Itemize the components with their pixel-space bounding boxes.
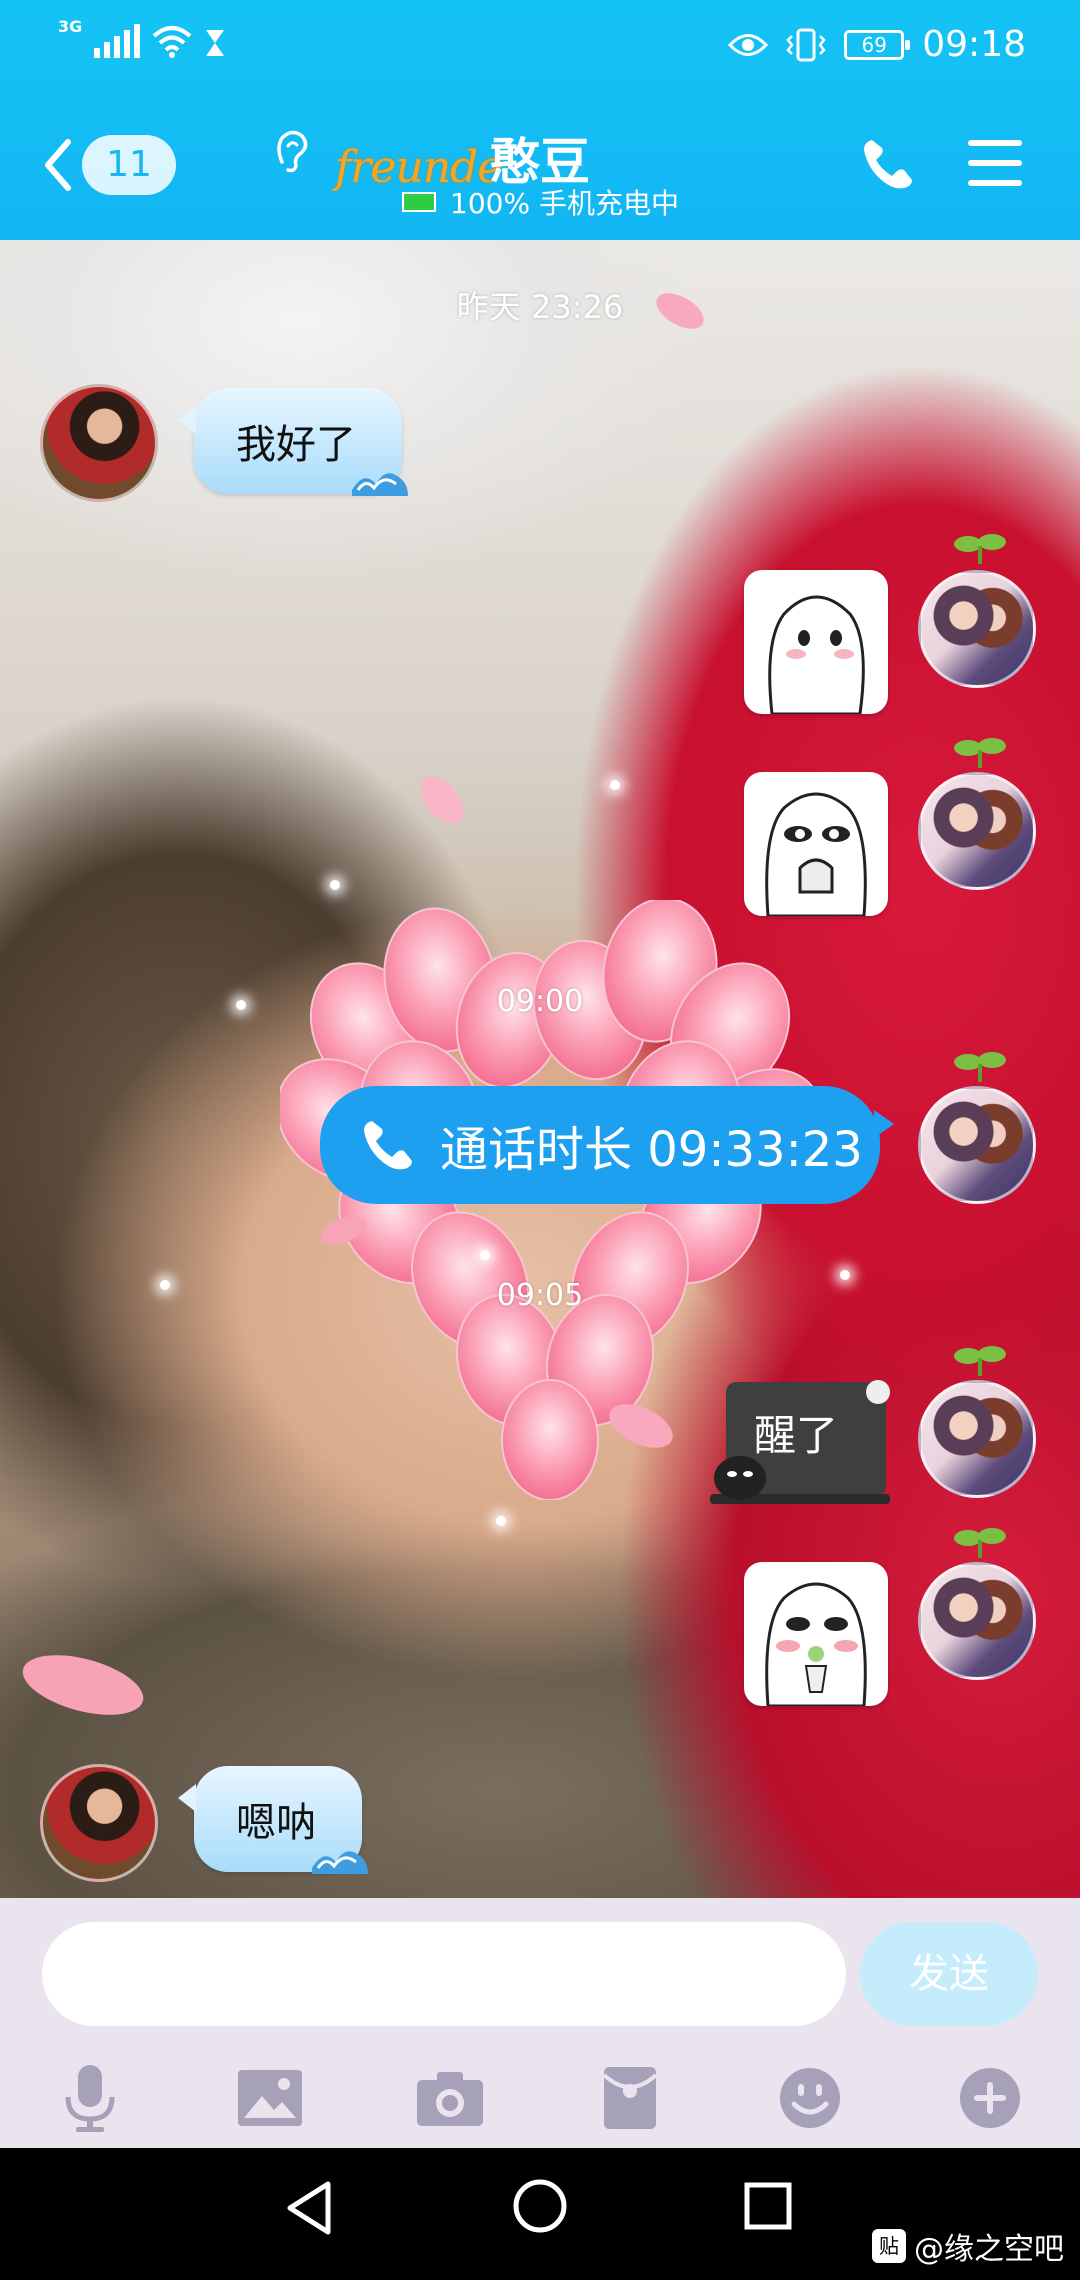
incoming-message-bubble[interactable]: 嗯呐: [178, 1766, 368, 1874]
wave-decoration: [352, 473, 408, 496]
sprout-icon: [954, 534, 1006, 564]
sticker-message[interactable]: [744, 772, 888, 916]
camera-icon: [417, 2072, 483, 2126]
self-avatar[interactable]: [918, 772, 1036, 890]
image-icon: [238, 2070, 302, 2126]
contact-status: 100% 手机充电中: [402, 182, 679, 222]
self-avatar[interactable]: [918, 1380, 1036, 1498]
petal-decoration: [321, 1216, 367, 1244]
sprout-icon: [954, 738, 1006, 768]
sprout-icon: [954, 1346, 1006, 1376]
message-text: 嗯呐: [236, 1800, 316, 1846]
watermark-text: @缘之空吧: [914, 2232, 1064, 2267]
battery-icon: 69: [844, 29, 911, 60]
self-avatar[interactable]: [918, 1562, 1036, 1680]
red-packet-icon: [602, 2067, 658, 2129]
emoji-button[interactable]: [770, 2058, 850, 2138]
petal-decoration: [22, 1655, 144, 1715]
message-input-area: 发送: [0, 1898, 1080, 2148]
sparkle: [480, 1250, 490, 1260]
petal-decoration: [609, 1404, 673, 1448]
contact-avatar[interactable]: [40, 384, 158, 502]
system-nav-bar: 贴 @缘之空吧: [0, 2148, 1080, 2280]
sticker-message[interactable]: [744, 1562, 888, 1706]
hourglass-icon: [206, 30, 225, 56]
board-sticker-message[interactable]: 醒了: [710, 1378, 890, 1508]
self-avatar[interactable]: [918, 1086, 1036, 1204]
watermark: 贴 @缘之空吧: [872, 2224, 1064, 2268]
red-packet-button[interactable]: [590, 2058, 670, 2138]
sticker-face-icon: [765, 792, 867, 916]
sprout-icon: [954, 1052, 1006, 1082]
emoji-icon: [780, 2068, 840, 2128]
nav-home-icon[interactable]: [512, 2178, 568, 2234]
chat-header: 3G 69 09:18 11 freunde 憨豆 100% 手机充电中: [0, 0, 1080, 240]
message-text: 我好了: [236, 422, 356, 468]
menu-icon[interactable]: [968, 140, 1022, 200]
vibrate-icon: [786, 28, 826, 61]
timestamp: 09:05: [496, 1278, 584, 1313]
send-button[interactable]: 发送: [860, 1922, 1038, 2026]
phone-icon: [364, 1121, 412, 1170]
sticker-face-icon: [768, 595, 865, 714]
call-record-bubble[interactable]: 通话时长 09:33:23: [320, 1086, 894, 1204]
chat-area[interactable]: 昨天 23:26 09:00 09:05 我好了 通话时长 09:33:23 醒…: [0, 240, 1080, 1898]
nav-recents-icon[interactable]: [744, 2182, 792, 2230]
self-avatar[interactable]: [918, 570, 1036, 688]
unread-count-badge: 11: [82, 135, 176, 195]
microphone-icon: [65, 2065, 115, 2132]
more-button[interactable]: [950, 2058, 1030, 2138]
call-duration-text: 通话时长 09:33:23: [440, 1122, 863, 1178]
contact-status-text: 100% 手机充电中: [450, 187, 679, 220]
contact-avatar[interactable]: [40, 1764, 158, 1882]
signal-icon: [94, 24, 141, 58]
status-bar: 3G 69 09:18: [0, 0, 1080, 90]
sparkle: [330, 880, 340, 890]
petal-decoration: [420, 776, 464, 824]
back-button[interactable]: 11: [42, 130, 192, 200]
image-button[interactable]: [230, 2058, 310, 2138]
nav-bar-top: 11 freunde 憨豆 100% 手机充电中: [0, 110, 1080, 240]
plus-icon: [960, 2068, 1020, 2128]
camera-button[interactable]: [410, 2058, 490, 2138]
nav-back-icon[interactable]: [284, 2180, 334, 2236]
sprout-icon: [954, 1528, 1006, 1558]
ear-icon[interactable]: [272, 128, 312, 174]
sticker-face-icon: [765, 1582, 867, 1706]
phone-icon[interactable]: [860, 136, 916, 192]
board-sticker-text: 醒了: [754, 1411, 839, 1460]
eye-icon: [728, 33, 769, 56]
message-input[interactable]: [42, 1922, 846, 2026]
voice-button[interactable]: [50, 2058, 130, 2138]
wave-decoration: [312, 1851, 368, 1874]
sparkle: [610, 780, 620, 790]
timestamp: 09:00: [496, 984, 584, 1019]
watermark-logo: 贴: [872, 2229, 906, 2263]
network-type: 3G: [58, 17, 83, 36]
back-icon: [45, 139, 71, 191]
incoming-message-bubble[interactable]: 我好了: [178, 388, 408, 496]
timestamp: 昨天 23:26: [456, 288, 624, 326]
status-time: 09:18: [922, 24, 1026, 65]
status-left: 3G: [58, 17, 226, 58]
status-right: 69 09:18: [728, 24, 1026, 65]
sparkle: [496, 1516, 506, 1526]
wifi-icon: [152, 26, 192, 58]
sticker-message[interactable]: [744, 570, 888, 714]
charging-battery-icon: [402, 192, 436, 212]
input-toolbar: [0, 2048, 1080, 2148]
